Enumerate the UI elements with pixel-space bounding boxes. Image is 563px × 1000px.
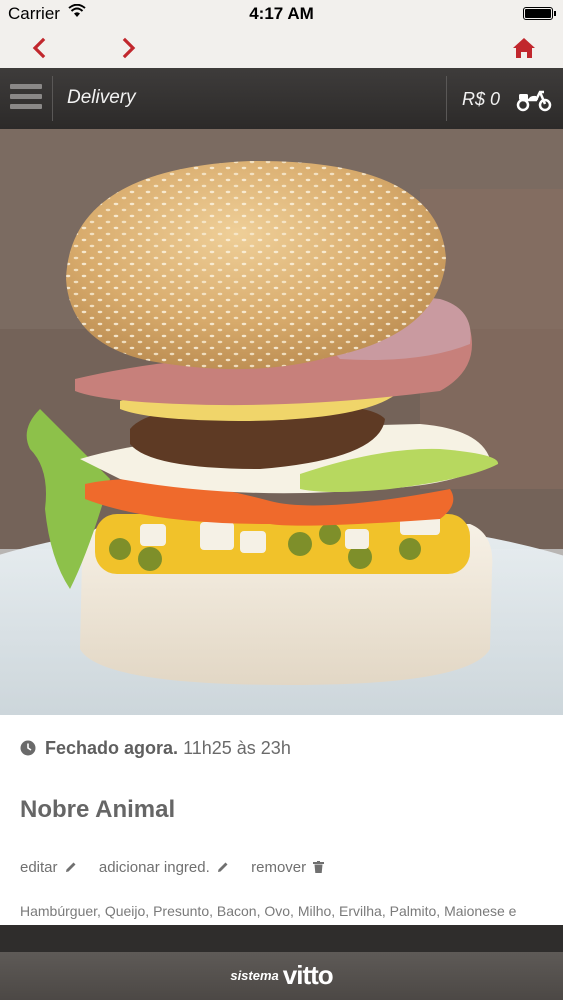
page-title: Delivery	[67, 87, 136, 108]
product-actions: editar adicionar ingred. remover	[20, 859, 342, 876]
pencil-icon	[217, 862, 228, 872]
home-icon[interactable]	[510, 34, 538, 62]
clock-time: 4:17 AM	[249, 4, 314, 23]
header-divider	[52, 76, 53, 121]
forward-arrow-icon[interactable]	[114, 34, 142, 62]
brand-prefix: sistema	[230, 968, 279, 983]
open-status: Fechado agora.	[45, 738, 179, 758]
status-bar: Carrier 4:17 AM	[0, 0, 563, 28]
hours-range: 11h25 às 23h	[183, 738, 291, 758]
product-image	[0, 129, 563, 715]
header-divider	[446, 76, 447, 121]
remove-button[interactable]: remover	[251, 859, 325, 876]
add-ingredient-button[interactable]: adicionar ingred.	[99, 859, 233, 876]
pencil-icon	[65, 862, 76, 872]
scooter-icon[interactable]	[516, 86, 552, 112]
product-details: Fechado agora. 11h25 às 23h Nobre Animal…	[0, 715, 563, 938]
edit-button[interactable]: editar	[20, 859, 81, 876]
back-arrow-icon[interactable]	[26, 34, 54, 62]
app-header: Delivery R$ 0	[0, 68, 563, 129]
hamburger-menu-icon[interactable]	[10, 84, 42, 114]
opening-hours: Fechado agora. 11h25 às 23h	[20, 738, 291, 759]
footer-divider	[0, 925, 563, 952]
browser-nav-bar	[0, 28, 563, 68]
brand-logo: vitto	[282, 960, 334, 990]
trash-icon	[313, 861, 325, 873]
add-ingredient-label: adicionar ingred.	[98, 859, 210, 876]
clock-icon	[20, 740, 36, 756]
battery-icon	[523, 7, 556, 20]
remove-label: remover	[251, 859, 307, 876]
cart-total[interactable]: R$ 0	[462, 89, 500, 110]
burger-illustration	[0, 129, 563, 715]
product-name: Nobre Animal	[20, 796, 176, 823]
edit-label: editar	[20, 859, 58, 876]
footer-brand: sistema vitto	[0, 952, 563, 1000]
